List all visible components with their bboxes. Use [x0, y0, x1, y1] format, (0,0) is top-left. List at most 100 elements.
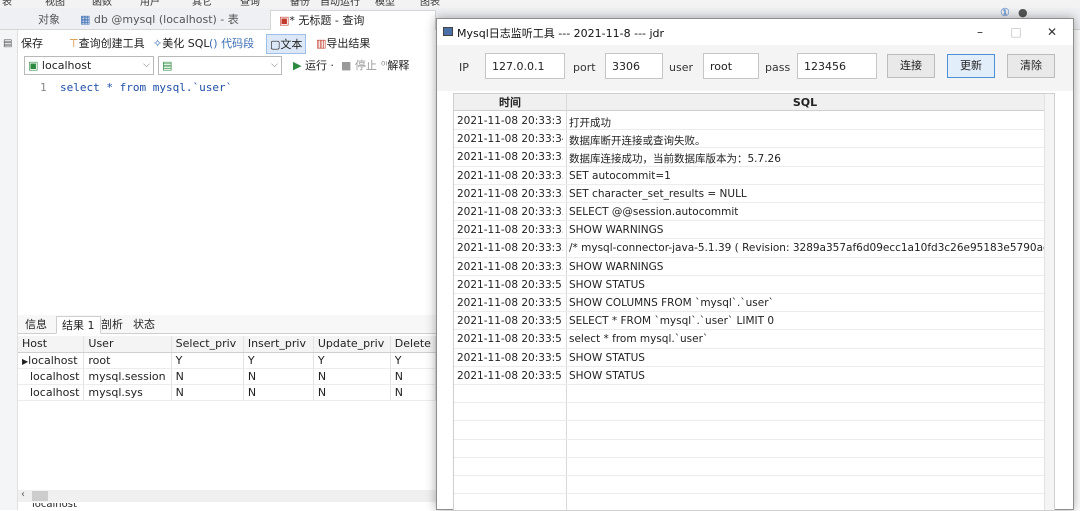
app-icon — [443, 27, 453, 36]
stop-button[interactable]: ■ 停止 — [338, 56, 380, 76]
status-bar: localhost — [18, 503, 436, 510]
empty-row — [454, 440, 1054, 458]
connection-toolbar: ▣ localhost ⌵ ▤ information_schema ⌵ ▶ 运… — [18, 56, 438, 89]
user-label: user — [669, 61, 693, 74]
column-header-sql[interactable]: SQL — [566, 94, 1044, 111]
text-view-button[interactable]: ▢文本 — [266, 34, 307, 54]
table-row[interactable]: 2021-11-08 20:33:51...SHOW STATUS — [454, 367, 1054, 385]
column-header[interactable]: Delete — [390, 336, 436, 353]
clear-button[interactable]: 清除 — [1007, 54, 1055, 78]
column-header[interactable]: Insert_priv — [243, 336, 314, 353]
column-header[interactable]: Host — [18, 336, 85, 353]
query-icon: ▣ — [279, 14, 290, 27]
table-row[interactable]: 2021-11-08 20:33:35...SET autocommit=1 — [454, 167, 1054, 185]
window-titlebar[interactable]: Mysql日志监听工具 --- 2021-11-8 --- jdr – □ ✕ — [437, 19, 1073, 45]
code-snippet-button[interactable]: () 代码段 — [206, 34, 257, 54]
table-row[interactable]: ▶localhost root Y Y Y Y — [18, 352, 436, 369]
stop-icon: ■ — [341, 59, 355, 72]
log-table: 时间 SQL 2021-11-08 20:33:31 打开成功 2021-11-0… — [453, 93, 1055, 511]
port-label: port — [573, 61, 596, 74]
tab-status[interactable]: 状态 — [128, 316, 160, 334]
connection-icon: ▣ — [28, 59, 39, 72]
menu-item-query[interactable]: 查询 — [240, 0, 260, 8]
column-header[interactable]: Select_priv — [171, 336, 244, 353]
table-row[interactable]: 2021-11-08 20:33:35...SET character_set_… — [454, 185, 1054, 203]
status-text: localhost — [32, 503, 77, 510]
close-button[interactable]: ✕ — [1035, 21, 1069, 43]
menu-item-other[interactable]: 其它 — [192, 0, 212, 8]
refresh-button[interactable]: 更新 — [947, 54, 995, 78]
table-row[interactable]: localhost mysql.session N N N N — [18, 368, 436, 385]
database-select[interactable]: ▤ information_schema ⌵ — [158, 56, 282, 89]
menu-item-chart[interactable]: 图表 — [420, 0, 440, 8]
port-input[interactable] — [605, 53, 663, 79]
menu-item-backup[interactable]: 备份 — [290, 0, 310, 8]
table-row[interactable]: 2021-11-08 20:33:35.../* mysql-connector… — [454, 239, 1054, 258]
table-row[interactable]: 2021-11-08 20:33:35...SHOW WARNINGS — [454, 258, 1054, 276]
table-icon: ▦ — [80, 13, 94, 26]
empty-row — [454, 494, 1054, 510]
beautify-icon: ✧ — [153, 37, 163, 50]
menu-item-user[interactable]: 用户 — [140, 0, 160, 8]
user-input[interactable] — [703, 53, 759, 79]
table-row[interactable]: 2021-11-08 20:33:51...SHOW STATUS — [454, 349, 1054, 367]
table-row[interactable]: 2021-11-08 20:33:51...select * from mysq… — [454, 330, 1054, 349]
table-row[interactable]: localhost mysql.sys N N N N — [18, 384, 436, 401]
tab-info[interactable]: 信息 — [20, 316, 52, 334]
menu-item-function[interactable]: 函数 — [92, 0, 112, 8]
export-result-button[interactable]: ▥导出结果 — [313, 34, 373, 54]
beautify-sql-button[interactable]: ✧美化 SQL — [150, 34, 212, 54]
empty-row — [454, 421, 1054, 440]
sql-code: select * from mysql.`user` — [60, 81, 233, 94]
save-button[interactable]: 保存 — [18, 34, 46, 54]
result-tabs: 信息 结果 1 剖析 状态 — [18, 315, 436, 334]
chevron-left-icon[interactable]: ‹ — [21, 489, 25, 500]
empty-row — [454, 476, 1054, 495]
table-row[interactable]: 2021-11-08 20:33:35...SELECT @@session.a… — [454, 203, 1054, 222]
ip-input[interactable] — [485, 53, 565, 79]
grid-header-row: Host User Select_priv Insert_priv Update… — [18, 336, 436, 353]
table-row[interactable]: 2021-11-08 20:33:35 数据库连接成功，当前数据库版本为：5.7.… — [454, 148, 1054, 167]
explain-button[interactable]: ⁰ⁱ解释 — [378, 56, 412, 76]
export-icon: ▥ — [316, 37, 327, 50]
column-header[interactable]: Update_priv — [313, 336, 391, 353]
text-icon: ▢ — [270, 38, 281, 51]
vertical-scrollbar[interactable] — [1044, 94, 1054, 510]
scroll-thumb[interactable] — [32, 491, 48, 501]
tab-query[interactable]: ▣* 无标题 - 查询 — [270, 10, 436, 30]
ip-label: IP — [459, 61, 469, 74]
menu-item-model[interactable]: 模型 — [375, 0, 395, 8]
sql-editor[interactable]: 1 select * from mysql.`user` — [18, 78, 436, 313]
log-table-header: 时间 SQL — [454, 94, 1054, 111]
connection-select[interactable]: ▣ localhost ⌵ — [24, 56, 154, 75]
horizontal-scrollbar[interactable]: ‹ — [18, 489, 436, 502]
tab-profile[interactable]: 剖析 — [96, 316, 128, 334]
query-builder-button[interactable]: ⊤查询创建工具 — [66, 34, 148, 54]
pass-input[interactable] — [797, 53, 877, 79]
table-row[interactable]: 2021-11-08 20:33:51...SHOW COLUMNS FROM … — [454, 294, 1054, 313]
empty-row — [454, 385, 1054, 404]
tab-table[interactable]: ▦ db @mysql (localhost) - 表 — [72, 10, 247, 30]
tab-objects[interactable]: 对象 — [30, 10, 68, 30]
menu-item-automation[interactable]: 自动运行 — [320, 0, 360, 8]
table-row[interactable]: 2021-11-08 20:33:31 打开成功 — [454, 112, 1054, 131]
query-toolbar: 保存 ⊤查询创建工具 ✧美化 SQL () 代码段 ▢文本 ▥导出结果 — [18, 34, 438, 54]
line-number: 1 — [40, 81, 47, 94]
table-row[interactable]: 2021-11-08 20:33:51...SHOW STATUS — [454, 276, 1054, 294]
table-row[interactable]: 2021-11-08 20:33:35...SHOW WARNINGS — [454, 221, 1054, 240]
log-monitor-window: Mysql日志监听工具 --- 2021-11-8 --- jdr – □ ✕ … — [436, 18, 1074, 511]
table-row[interactable]: 2021-11-08 20:33:51...SELECT * FROM `mys… — [454, 312, 1054, 331]
maximize-button[interactable]: □ — [999, 21, 1033, 43]
column-header-time[interactable]: 时间 — [454, 94, 566, 111]
chevron-down-icon: ⌵ — [143, 60, 150, 70]
minimize-button[interactable]: – — [963, 21, 997, 43]
connect-button[interactable]: 连接 — [887, 54, 935, 78]
menu-item-table[interactable]: 表 — [2, 0, 12, 8]
table-row[interactable]: 2021-11-08 20:33:34 数据库断开连接或查询失败。 — [454, 130, 1054, 149]
tab-result-1[interactable]: 结果 1 — [56, 316, 101, 334]
menu-item-view[interactable]: 视图 — [45, 0, 65, 8]
save-icon: ▤ — [3, 38, 13, 49]
run-button[interactable]: ▶ 运行 · — [290, 56, 337, 76]
column-header[interactable]: User — [83, 336, 172, 353]
play-icon: ▶ — [293, 59, 305, 72]
